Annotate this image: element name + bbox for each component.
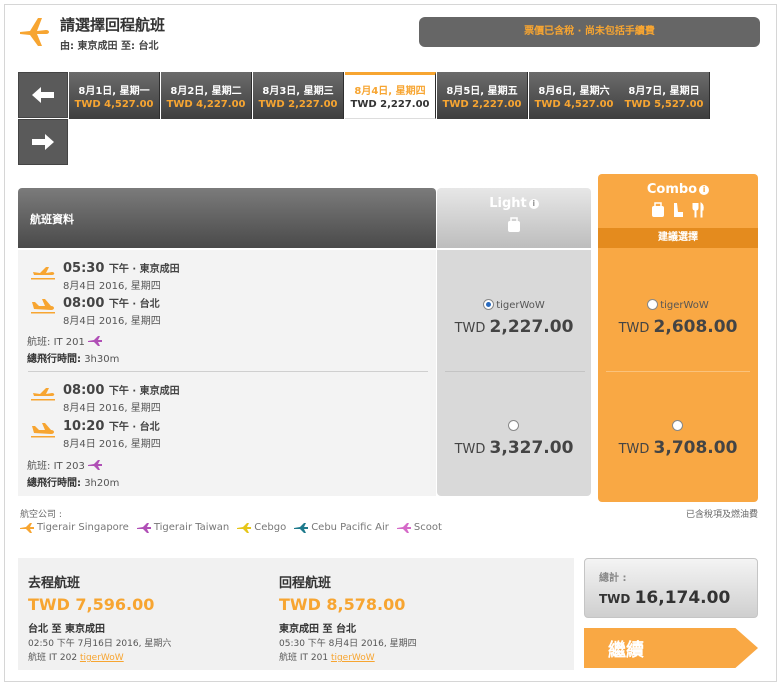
tigerair-taiwan-icon	[88, 460, 103, 470]
fare-radio[interactable]	[507, 420, 519, 431]
departure-date: 8月4日 2016, 星期四	[63, 403, 161, 414]
airline-plane-icon	[237, 522, 252, 533]
airplane-icon	[20, 18, 49, 46]
combo-fare-header: Combo i	[598, 174, 758, 228]
flight-number: 航班: IT 201	[27, 333, 103, 348]
combo-fare-option[interactable]: tigerWoW TWD 2,608.00	[601, 298, 755, 337]
total-label: 總計 :	[599, 573, 627, 584]
airline-plane-icon	[136, 522, 151, 533]
row-divider	[606, 371, 750, 372]
meal-icon	[692, 202, 704, 218]
fare-radio[interactable]	[671, 420, 683, 431]
route-subtitle: 由: 東京成田 至: 台北	[60, 41, 159, 52]
arrival-date: 8月4日 2016, 星期四	[63, 439, 161, 450]
departure-time: 05:30 下午 · 東京成田	[63, 261, 180, 276]
seat-icon	[674, 203, 683, 217]
date-tab[interactable]: 8月6日, 星期六 TWD 4,527.00	[529, 72, 620, 119]
info-icon[interactable]: i	[528, 199, 539, 209]
departure-icon	[31, 267, 55, 280]
row-divider	[28, 371, 428, 372]
light-fare-option[interactable]: TWD 3,327.00	[437, 419, 591, 458]
flight-number: 航班: IT 203	[27, 457, 103, 472]
trip-summary: 去程航班 TWD 7,596.00 台北 至 東京成田 02:50 下午 7月1…	[18, 558, 574, 670]
light-fare-body	[437, 250, 591, 496]
date-tab[interactable]: 8月2日, 星期二 TWD 4,227.00	[161, 72, 252, 119]
page-title: 請選擇回程航班	[60, 16, 166, 34]
arrival-icon	[31, 423, 55, 438]
airline-plane-icon	[20, 522, 34, 533]
date-tab[interactable]: 8月1日, 星期一 TWD 4,527.00	[69, 72, 160, 119]
arrow-left-icon	[32, 87, 54, 103]
arrival-time: 08:00 下午 · 台北	[63, 296, 160, 311]
airlines-label: 航空公司 :	[20, 510, 62, 520]
date-tab[interactable]: 8月3日, 星期三 TWD 2,227.00	[253, 72, 344, 119]
airlines-legend: Tigerair Singapore Tigerair Taiwan Cebgo…	[20, 522, 442, 533]
airline-item: Scoot	[396, 522, 442, 533]
date-tab[interactable]: 8月7日, 星期日 TWD 5,527.00	[619, 72, 710, 119]
airline-item: Tigerair Singapore	[20, 522, 129, 533]
prev-dates-button[interactable]	[18, 72, 68, 118]
airline-plane-icon	[294, 522, 309, 533]
arrival-icon	[31, 299, 55, 314]
fare-tag-link[interactable]: tigerWoW	[80, 653, 124, 663]
baggage-icon	[652, 202, 664, 217]
price-note-banner: 票價已含稅 · 尚未包括手續費	[419, 17, 760, 47]
departure-time: 08:00 下午 · 東京成田	[63, 383, 180, 398]
tigerair-taiwan-icon	[88, 336, 103, 346]
continue-button[interactable]: 繼續	[584, 628, 758, 668]
light-fare-header: Light i	[437, 188, 591, 248]
row-divider	[445, 371, 585, 372]
departure-icon	[31, 388, 55, 401]
next-dates-button[interactable]	[18, 119, 68, 165]
airline-plane-icon	[396, 522, 411, 533]
flight-duration: 總飛行時間: 3h30m	[27, 354, 120, 365]
inbound-summary: 回程航班 TWD 8,578.00 東京成田 至 台北 05:30 下午 8月4…	[279, 576, 417, 663]
date-tab[interactable]: 8月5日, 星期五 TWD 2,227.00	[437, 72, 528, 119]
tax-note: 已含稅項及燃油費	[685, 510, 758, 520]
outbound-summary: 去程航班 TWD 7,596.00 台北 至 東京成田 02:50 下午 7月1…	[28, 576, 172, 663]
carry-on-bag-icon	[508, 217, 520, 232]
departure-date: 8月4日 2016, 星期四	[63, 281, 161, 292]
airline-item: Cebu Pacific Air	[294, 522, 389, 533]
airline-item: Tigerair Taiwan	[136, 522, 229, 533]
arrival-time: 10:20 下午 · 台北	[63, 419, 160, 434]
light-fare-option[interactable]: tigerWoW TWD 2,227.00	[437, 298, 591, 337]
airline-item: Cebgo	[237, 522, 286, 533]
combo-fare-option[interactable]: TWD 3,708.00	[601, 419, 755, 458]
total-amount: TWD 16,174.00	[599, 588, 731, 608]
fare-radio[interactable]	[647, 299, 659, 310]
arrow-right-icon	[32, 134, 54, 150]
recommended-label: 建議選擇	[598, 228, 758, 248]
flight-duration: 總飛行時間: 3h20m	[27, 478, 120, 489]
date-tab-selected[interactable]: 8月4日, 星期四 TWD 2,227.00	[345, 72, 436, 119]
arrival-date: 8月4日 2016, 星期四	[63, 316, 161, 327]
fare-radio[interactable]	[483, 299, 495, 310]
info-icon[interactable]: i	[699, 185, 710, 195]
total-price-box: 總計 : TWD 16,174.00	[584, 558, 758, 618]
fare-tag-link[interactable]: tigerWoW	[331, 653, 375, 663]
flight-info-header: 航班資料	[18, 188, 436, 248]
